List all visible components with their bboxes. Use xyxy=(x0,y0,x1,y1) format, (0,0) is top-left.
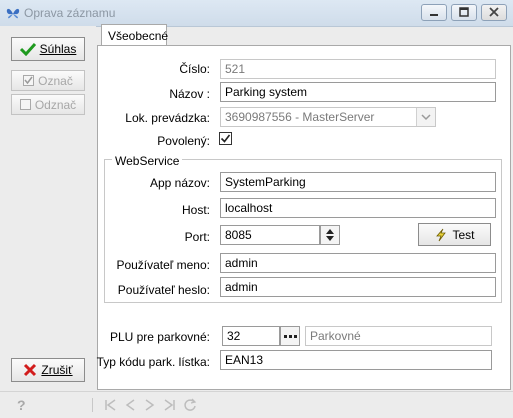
port-input[interactable]: 8085 xyxy=(220,225,320,245)
cislo-field: 521 xyxy=(220,59,496,79)
port-value: 8085 xyxy=(225,228,252,242)
command-pane: Súhlas Označ Odznač Zrušiť xyxy=(0,26,96,390)
password-input[interactable]: admin xyxy=(220,277,496,297)
prevadzka-label: Lok. prevádzka: xyxy=(125,111,210,125)
maximize-button[interactable] xyxy=(451,4,477,21)
checkmark-icon xyxy=(19,42,36,56)
help-icon[interactable]: ? xyxy=(14,397,30,413)
checkmark-icon xyxy=(220,134,231,143)
nazov-input[interactable]: Parking system xyxy=(220,82,496,102)
lightning-icon xyxy=(436,228,447,241)
minimize-icon xyxy=(430,14,438,16)
nav-next-icon[interactable] xyxy=(143,397,157,413)
ticket-type-input[interactable]: EAN13 xyxy=(220,350,492,370)
ellipsis-icon xyxy=(284,335,297,338)
plu-lookup-button[interactable] xyxy=(280,326,300,346)
povoleny-label: Povolený: xyxy=(157,134,210,148)
user-input[interactable]: admin xyxy=(220,253,496,273)
webservice-group-title: WebService xyxy=(112,154,183,168)
host-input[interactable]: localhost xyxy=(220,198,496,218)
port-spinner[interactable] xyxy=(320,225,340,245)
dropdown-icon[interactable] xyxy=(416,108,435,126)
tab-label: Všeobecné xyxy=(108,29,169,43)
unmark-button[interactable]: Odznač xyxy=(11,94,85,115)
unmark-checkbox-icon xyxy=(19,99,31,110)
test-label: Test xyxy=(452,227,475,242)
prevadzka-value: 3690987556 - MasterServer xyxy=(225,110,375,124)
plu-label: PLU pre parkovné: xyxy=(109,330,210,344)
povoleny-checkbox[interactable] xyxy=(219,132,232,145)
user-label: Používateľ meno: xyxy=(116,258,210,272)
close-button[interactable] xyxy=(481,4,507,21)
ticket-type-label: Typ kódu park. lístka: xyxy=(96,355,210,369)
plu-input[interactable]: 32 xyxy=(222,326,280,346)
nav-separator xyxy=(92,398,93,412)
close-icon xyxy=(489,7,499,17)
mark-button[interactable]: Označ xyxy=(11,70,85,91)
password-label: Používateľ heslo: xyxy=(117,283,210,297)
maximize-icon xyxy=(459,7,469,17)
nav-prev-icon[interactable] xyxy=(123,397,137,413)
app-name-input[interactable]: SystemParking xyxy=(220,172,496,192)
dialog-window: Oprava záznamu Súhlas Označ Odznač Zruši… xyxy=(0,0,513,418)
host-label: Host: xyxy=(181,203,210,217)
spinner-icon xyxy=(326,229,334,241)
port-label: Port: xyxy=(184,230,210,244)
mark-label: Označ xyxy=(38,73,73,88)
nav-first-icon[interactable] xyxy=(103,397,117,413)
app-name-label: App názov: xyxy=(149,176,210,190)
window-title: Oprava záznamu xyxy=(24,6,116,20)
prevadzka-select[interactable]: 3690987556 - MasterServer xyxy=(220,107,436,127)
red-x-icon xyxy=(24,363,37,377)
confirm-label: Súhlas xyxy=(39,42,77,56)
confirm-button[interactable]: Súhlas xyxy=(11,37,85,61)
plu-description: Parkovné xyxy=(305,326,492,346)
minimize-button[interactable] xyxy=(421,4,447,21)
test-button[interactable]: Test xyxy=(418,223,491,246)
cislo-label: Číslo: xyxy=(179,62,210,76)
cancel-label: Zrušiť xyxy=(41,363,73,377)
unmark-label: Odznač xyxy=(34,97,77,112)
refresh-icon[interactable] xyxy=(182,397,198,413)
nazov-label: Názov : xyxy=(169,87,210,101)
butterfly-icon xyxy=(6,8,20,19)
tab-vseobecne[interactable]: Všeobecné xyxy=(101,24,169,46)
svg-text:?: ? xyxy=(17,397,26,413)
cancel-button[interactable]: Zrušiť xyxy=(11,358,85,382)
mark-checkbox-icon xyxy=(23,75,35,86)
title-bar: Oprava záznamu xyxy=(0,0,513,27)
navigation-bar: ? xyxy=(0,391,513,418)
nav-last-icon[interactable] xyxy=(163,397,177,413)
